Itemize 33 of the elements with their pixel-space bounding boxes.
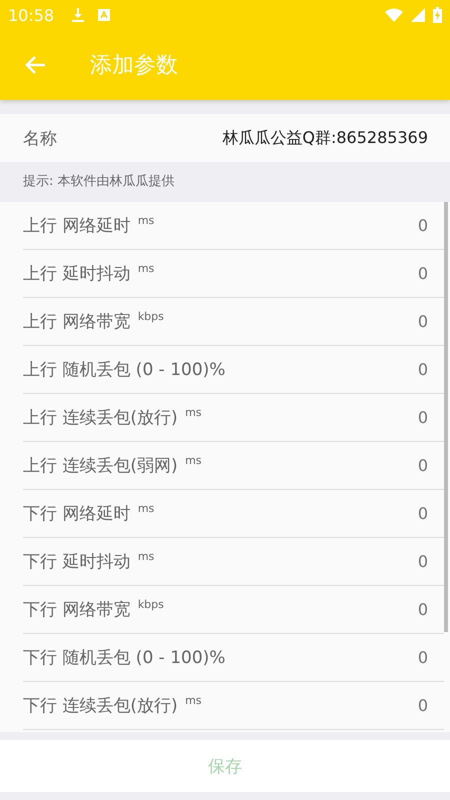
parameter-label: 上行 连续丢包(弱网) $^{ms}$ bbox=[23, 454, 202, 477]
parameter-value[interactable]: 0 bbox=[418, 600, 428, 619]
parameter-value[interactable]: 0 bbox=[418, 648, 428, 667]
app-notification-icon bbox=[98, 9, 110, 21]
parameter-label: 上行 延时抖动 $^{ms}$ bbox=[23, 262, 154, 285]
parameter-label: 上行 网络带宽 $^{kbps}$ bbox=[23, 310, 164, 333]
download-icon bbox=[72, 8, 84, 22]
parameter-label: 上行 连续丢包(放行) $^{ms}$ bbox=[23, 406, 202, 429]
battery-icon bbox=[433, 7, 442, 23]
parameter-value[interactable]: 0 bbox=[418, 696, 428, 715]
page-title: 添加参数 bbox=[90, 52, 178, 80]
hint-text: 提示: 本软件由林瓜瓜提供 bbox=[22, 173, 176, 191]
back-arrow-icon[interactable] bbox=[24, 55, 46, 75]
signal-icon bbox=[411, 8, 425, 22]
parameter-value[interactable]: 0 bbox=[418, 504, 428, 523]
parameter-label: 下行 延时抖动 $^{ms}$ bbox=[23, 550, 154, 573]
name-value[interactable]: 林瓜瓜公益Q群:865285369 bbox=[222, 128, 428, 148]
parameter-value[interactable]: 0 bbox=[418, 552, 428, 571]
parameter-label: 下行 随机丢包 (0 - 100)% bbox=[23, 647, 226, 669]
parameter-label: 下行 网络带宽 $^{kbps}$ bbox=[23, 598, 164, 621]
name-label: 名称 bbox=[23, 128, 57, 150]
parameter-label: 下行 网络延时 $^{ms}$ bbox=[23, 502, 154, 525]
parameter-value[interactable]: 0 bbox=[418, 216, 428, 235]
parameter-value[interactable]: 0 bbox=[418, 312, 428, 331]
parameter-value[interactable]: 0 bbox=[418, 360, 428, 379]
parameter-label: 上行 随机丢包 (0 - 100)% bbox=[23, 359, 226, 381]
wifi-icon bbox=[385, 8, 403, 22]
parameter-value[interactable]: 0 bbox=[418, 408, 428, 427]
parameter-value[interactable]: 0 bbox=[418, 456, 428, 475]
parameter-label: 上行 网络延时 $^{ms}$ bbox=[23, 214, 154, 237]
parameter-label: 下行 连续丢包(放行) $^{ms}$ bbox=[23, 694, 202, 717]
parameter-value[interactable]: 0 bbox=[418, 264, 428, 283]
status-time: 10:58 bbox=[8, 6, 54, 24]
